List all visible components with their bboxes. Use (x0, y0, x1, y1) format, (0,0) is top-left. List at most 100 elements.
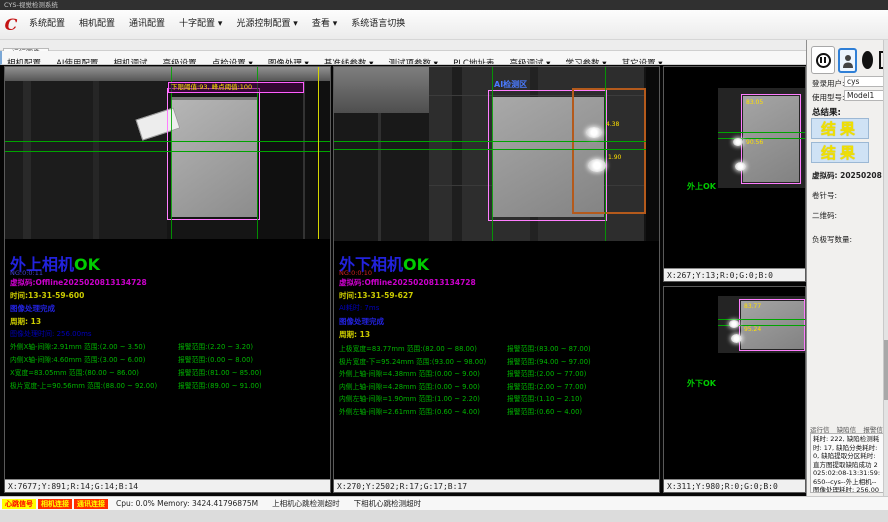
toolbar-item[interactable]: 基准线参数 ▾ (319, 58, 378, 65)
measure-mark: 83.77 (744, 304, 761, 310)
operator-mode-button[interactable] (860, 49, 875, 71)
toolbar-item[interactable]: 相机调试 (109, 58, 153, 65)
machine-texture (23, 81, 31, 239)
menu-item[interactable]: 系统配置 (22, 10, 72, 39)
machine-texture (93, 81, 99, 239)
total-result-label: 总结果: (812, 106, 841, 118)
menu-item[interactable]: 十字配置 ▾ (172, 10, 229, 39)
upper-camera-warning: 上相机心跳检测超时 (272, 498, 340, 509)
measurement-row: 极片宽度-上=90.56mm 范围:(88.00 ~ 92.00) 报警范围:(… (10, 380, 328, 393)
machine-top-band (334, 67, 429, 113)
roi-outline-orange (572, 88, 646, 214)
toolbar-item[interactable]: 高级调试 ▾ (504, 58, 555, 65)
camera-image-outer-upper[interactable]: 下限阈值:93, 峰点阈值:100 (5, 67, 330, 239)
login-user-value[interactable]: cys (844, 76, 884, 87)
ai-region-label: AI检测区 (494, 79, 527, 90)
virtual-code-value: 20250208 (840, 171, 882, 180)
lower-camera-warning: 下相机心跳检测超时 (354, 498, 422, 509)
preview-result-label: 外上OK (687, 181, 716, 192)
measurement-alarm: 报警范围:(2.00 ~ 77.00) (507, 381, 586, 391)
measure-line-v (605, 67, 606, 241)
measurement-text: 上极宽度=83.77mm 范围:(82.00 ~ 88.00) (339, 343, 477, 353)
measurement-text: 外侧左轴-间隙=2.61mm 范围:(0.60 ~ 4.00) (339, 406, 480, 416)
toolbar-item[interactable]: 其它设置 ▾ (617, 58, 668, 65)
measure-line-h (5, 151, 330, 152)
status-bar: 心跳信号 相机连接 通讯连接 Cpu: 0.0% Memory: 3424.41… (0, 496, 888, 510)
bright-spot (731, 334, 742, 343)
measurement-alarm: 报警范围:(94.00 ~ 97.00) (507, 356, 591, 366)
result-ok: OK (74, 255, 100, 274)
toolbar-item[interactable]: 图像处理 ▾ (263, 58, 314, 65)
toolbar-item[interactable]: 学习参数 ▾ (561, 58, 612, 65)
measurement-row: 极片宽度-下=95.24mm 范围:(93.00 ~ 98.00) 报警范围:(… (339, 356, 657, 369)
machine-texture (303, 81, 305, 239)
machine-body-left (334, 113, 429, 241)
menu-item[interactable]: 系统语言切换 (344, 10, 412, 39)
cycle-line: 周期: 13 (339, 329, 370, 340)
model-value[interactable]: Model1 (844, 90, 884, 101)
model-label: 使用型号: (812, 92, 845, 103)
toolbar: 相机配置 AI使用配置 相机调试 高级设置 点检设置 ▾ 图像处理 ▾ 基准线参… (0, 51, 806, 65)
measurement-row: 外侧上轴-间隙=4.38mm 范围:(0.00 ~ 9.00) 报警范围:(2.… (339, 368, 657, 381)
camera-preview-image-bottom[interactable]: 83.77 95.24 (718, 296, 805, 353)
virtual-code-label: 虚拟码: 20250208 (812, 170, 882, 181)
camera-view-outer-upper[interactable]: 下限阈值:93, 峰点阈值:100 外上相机OK NG:0:0:11 虚拟码:O… (4, 66, 331, 493)
toolbar-item[interactable]: 相机配置 (2, 58, 46, 65)
time-line: 时间:13-31-59-627 (339, 290, 413, 301)
ai-time-line: AI耗时: 7ms (339, 303, 379, 313)
scrollbar-thumb[interactable] (884, 340, 888, 400)
user-icon (842, 53, 854, 69)
ng-counter: NG:0:0:10 (339, 269, 372, 277)
toolbar-item[interactable]: 高级设置 (158, 58, 202, 65)
toolbar-item[interactable]: AI使用配置 (51, 58, 103, 65)
measure-line-h (5, 141, 330, 142)
toolbar-item[interactable]: PLC地址表 (448, 58, 499, 65)
menu-item[interactable]: 通讯配置 (122, 10, 172, 39)
toolbar-item[interactable]: 点检设置 ▾ (207, 58, 258, 65)
virtual-code-line: 虚拟码:Offline2025020813134728 (10, 277, 147, 288)
log-text-box[interactable]: 耗时: 222, 缺陷检测耗时: 17, 缺陷分类耗时: 0, 缺陷提取分区耗时… (810, 433, 884, 493)
process-done-line: 图像处理完成 (339, 316, 384, 327)
result-box-upper: 结果 (811, 118, 869, 139)
window-titlebar: CYS-视觉检测系统 (0, 0, 888, 10)
toolbar-items: 相机配置 AI使用配置 相机调试 高级设置 点检设置 ▾ 图像处理 ▾ 基准线参… (2, 51, 668, 65)
pause-button[interactable] (811, 46, 835, 74)
measurement-list: 上极宽度=83.77mm 范围:(82.00 ~ 88.00) 报警范围:(83… (339, 343, 657, 418)
measurement-row: 内侧左轴-间隙=1.90mm 范围:(1.00 ~ 2.20) 报警范围:(1.… (339, 393, 657, 406)
result-ok: OK (403, 255, 429, 274)
camera-preview-image-top[interactable]: 83.05 90.56 (718, 88, 805, 188)
menu-item[interactable]: 相机配置 (72, 10, 122, 39)
measurement-alarm: 报警范围:(0.00 ~ 8.00) (178, 354, 253, 364)
window-title: CYS-视觉检测系统 (4, 1, 58, 9)
measurement-row: 外侧左轴-间隙=2.61mm 范围:(0.60 ~ 4.00) 报警范围:(0.… (339, 406, 657, 419)
menu-item[interactable]: 光源控制配置 ▾ (229, 10, 304, 39)
login-user-label: 登录用户: (812, 78, 845, 89)
camera-preview-bottom[interactable]: 83.77 95.24 外下OK X:311;Y:980;R:0;G:0;B:0 (663, 286, 806, 493)
camera-image-outer-lower[interactable]: 4.38 1.90 AI检测区 (334, 67, 659, 241)
process-done-line: 图像处理完成 (10, 303, 55, 314)
measurement-row: 外侧X轴-间隙:2.91mm 范围:(2.00 ~ 3.50) 报警范围:(2.… (10, 341, 328, 354)
measurement-alarm: 报警范围:(1.10 ~ 2.10) (507, 393, 582, 403)
virtual-code-label-text: 虚拟码: (812, 171, 838, 180)
user-login-button[interactable] (838, 48, 857, 73)
bright-spot (735, 162, 746, 171)
measurement-text: 内侧上轴-间隙=4.28mm 范围:(0.00 ~ 9.00) (339, 381, 480, 391)
pause-icon (816, 53, 831, 68)
menu-item[interactable]: 查看 ▾ (305, 10, 344, 39)
machine-body-right (257, 81, 330, 239)
measure-mark: 1.90 (608, 155, 621, 161)
measurement-row: X宽度=83.05mm 范围:(80.00 ~ 86.00) 报警范围:(81.… (10, 367, 328, 380)
time-line: 时间:13-31-59-600 (10, 290, 84, 301)
measurement-alarm: 报警范围:(81.00 ~ 85.00) (178, 367, 262, 377)
write-count-label: 负极写数量: (812, 234, 852, 245)
heartbeat-badge: 心跳信号 (2, 499, 36, 509)
camera-preview-top[interactable]: 83.05 90.56 外上OK X:267;Y:13;R:0;G:0;B:0 (663, 66, 806, 282)
panel-scrollbar[interactable] (883, 40, 888, 496)
preview-result-label: 外下OK (687, 378, 716, 389)
camera-view-outer-lower[interactable]: 4.38 1.90 AI检测区 外下相机OK NG:0:0:10 虚拟码:Off… (333, 66, 660, 493)
needle-number-label: 卷针号: (812, 190, 837, 201)
machine-edge (646, 67, 659, 241)
measurement-row: 上极宽度=83.77mm 范围:(82.00 ~ 88.00) 报警范围:(83… (339, 343, 657, 356)
toolbar-item[interactable]: 测试项参数 ▾ (383, 58, 442, 65)
cpu-memory-text: Cpu: 0.0% Memory: 3424.41796875M (116, 499, 258, 508)
